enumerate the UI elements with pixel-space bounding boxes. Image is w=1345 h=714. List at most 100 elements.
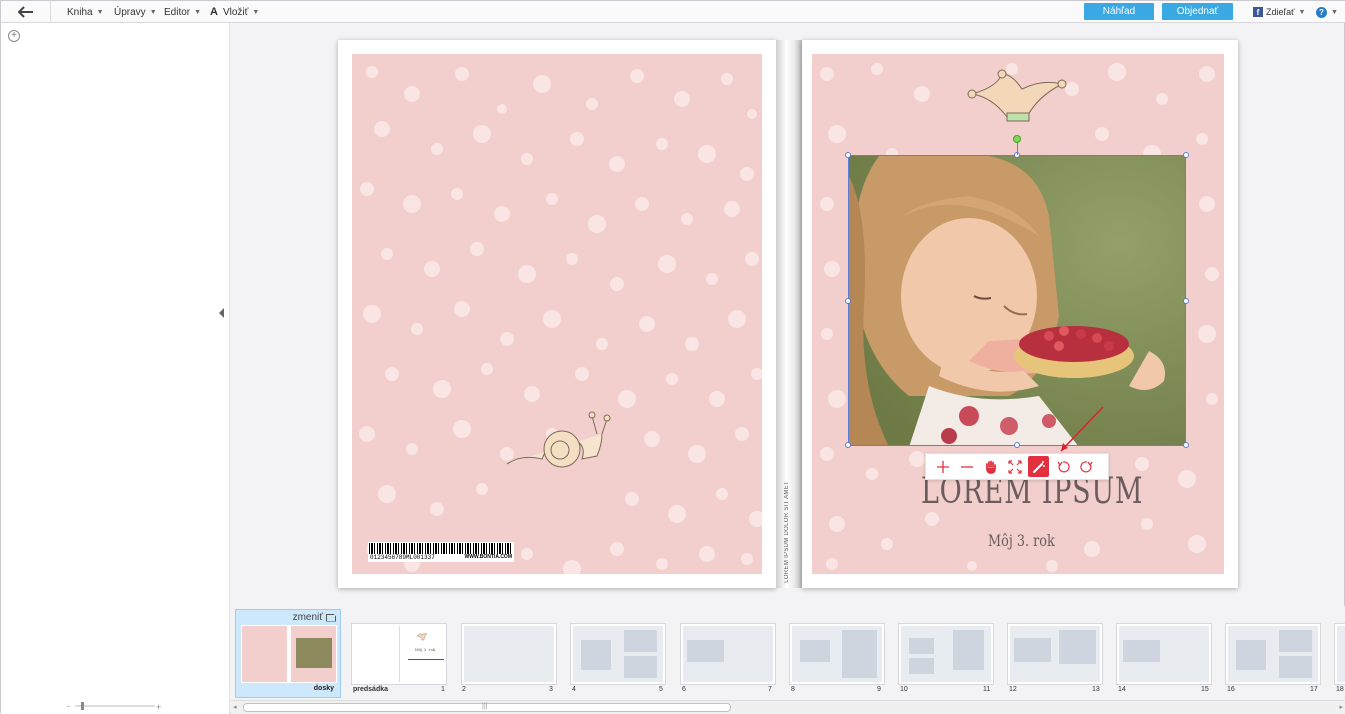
resize-handle-s[interactable] (1014, 442, 1020, 448)
scroll-left-icon[interactable]: ◂ (233, 703, 237, 711)
page-number: 16 (1227, 686, 1235, 693)
thumb-pages-4-5[interactable] (570, 623, 666, 685)
back-arrow-icon (17, 6, 33, 18)
page-number: 4 (572, 686, 576, 693)
rotate-handle[interactable] (1013, 135, 1021, 143)
thumb-divider (399, 626, 400, 682)
cover-thumb-label: dosky (313, 685, 334, 692)
page-number: 2 (462, 686, 466, 693)
zoom-out-button[interactable] (956, 456, 977, 477)
help-icon: ? (1316, 6, 1327, 18)
photo-slot (800, 640, 830, 662)
back-button[interactable] (1, 1, 51, 23)
scroll-right-icon[interactable]: ▸ (1339, 703, 1343, 711)
chevron-down-icon: ▼ (252, 8, 260, 16)
cover-mini-front (291, 626, 336, 682)
barcode-website: WWW.BONTIA.COM (464, 554, 513, 560)
mini-jester-icon (416, 633, 428, 641)
page-number: 5 (659, 686, 663, 693)
page-filmstrip: zmeniť dosky Môj 3. rok predsádka 1 2 3 (231, 606, 1345, 714)
menu-upravy[interactable]: Úpravy ▼ (114, 1, 157, 23)
photo-slot (1279, 630, 1312, 652)
collapse-sidebar-icon[interactable] (219, 308, 224, 318)
photo-slot (1236, 640, 1266, 670)
resize-handle-w[interactable] (845, 298, 851, 304)
left-sidebar: + - + (1, 23, 230, 714)
order-button[interactable]: Objednať (1162, 3, 1233, 20)
thumb-pages-10-11[interactable] (898, 623, 994, 685)
page-left (1337, 626, 1345, 682)
chevron-down-icon: ▼ (96, 8, 104, 16)
cover-mini-back (242, 626, 287, 682)
scrollbar-thumb[interactable]: ||| (243, 703, 731, 712)
menu-editor-label: Editor (164, 6, 191, 18)
change-cover-button[interactable]: zmeniť (293, 612, 336, 623)
endpaper-label: predsádka (353, 686, 389, 693)
photo-slot (953, 630, 984, 670)
menu-vlozit-label: Vložiť (222, 6, 249, 18)
menu-kniha[interactable]: Kniha ▼ (67, 1, 104, 23)
pan-button[interactable] (980, 456, 1001, 477)
page-number: 17 (1310, 686, 1318, 693)
spine-text: LOREM IPSUM DOLOR SIT AMET (784, 481, 790, 583)
thumb-pages-12-13[interactable] (1007, 623, 1103, 685)
add-icon[interactable]: + (8, 30, 20, 42)
share-button[interactable]: f Zdieľať ▼ (1253, 1, 1305, 23)
jester-hat-illustration (967, 69, 1067, 122)
zoom-slider[interactable]: - + (67, 701, 163, 711)
thumb-pages-18[interactable] (1334, 623, 1345, 685)
help-button[interactable]: ? ▼ (1316, 1, 1338, 23)
menu-vlozit[interactable]: A Vložiť ▼ (210, 1, 259, 23)
page-right (618, 626, 663, 682)
photo-slot (1279, 656, 1312, 678)
page-number: 3 (549, 686, 553, 693)
resize-handle-e[interactable] (1183, 298, 1189, 304)
photo-slot (687, 640, 724, 662)
fit-button[interactable] (1004, 456, 1025, 477)
thumb-pages-14-15[interactable] (1116, 623, 1212, 685)
resize-handle-se[interactable] (1183, 442, 1189, 448)
rotate-left-button[interactable] (1052, 456, 1073, 477)
photo-toolbar (925, 453, 1109, 480)
preview-button[interactable]: Náhľad (1084, 3, 1154, 20)
endpaper-mini-line (408, 659, 444, 660)
page-number: 12 (1009, 686, 1017, 693)
photo-slot (1123, 640, 1160, 662)
photo-slot (1014, 638, 1051, 662)
menu-kniha-label: Kniha (67, 6, 93, 18)
resize-handle-nw[interactable] (845, 152, 851, 158)
resize-handle-ne[interactable] (1183, 152, 1189, 158)
page-number: 15 (1201, 686, 1209, 693)
svg-text:-: - (67, 701, 70, 711)
zoom-in-button[interactable] (932, 456, 953, 477)
thumb-pages-2-3[interactable] (461, 623, 557, 685)
page-left (573, 626, 618, 682)
resize-handle-sw[interactable] (845, 442, 851, 448)
horizontal-scrollbar[interactable]: ◂ ||| ▸ (231, 700, 1345, 714)
thumb-pages-8-9[interactable] (789, 623, 885, 685)
cover-photo[interactable] (848, 155, 1186, 446)
polka-dot-pattern (359, 66, 762, 574)
change-label: zmeniť (292, 612, 323, 623)
cover-subtitle[interactable]: Môj 3. rok (988, 531, 1055, 550)
menu-upravy-label: Úpravy (114, 6, 146, 18)
magic-wand-icon (1032, 460, 1045, 473)
magic-wand-button[interactable] (1028, 456, 1049, 477)
page-number: 7 (768, 686, 772, 693)
page-left (1119, 626, 1164, 682)
page-number: 14 (1118, 686, 1126, 693)
page-right (1055, 626, 1100, 682)
rotate-right-button[interactable] (1076, 456, 1097, 477)
page-number: 18 (1336, 686, 1344, 693)
page-right (509, 626, 554, 682)
share-label: Zdieľať (1266, 7, 1295, 17)
photo-slot (624, 630, 657, 652)
thumb-pages-16-17[interactable] (1225, 623, 1321, 685)
thumb-endpaper[interactable]: Môj 3. rok (351, 623, 447, 685)
thumb-pages-6-7[interactable] (680, 623, 776, 685)
menu-editor[interactable]: Editor ▼ (164, 1, 201, 23)
back-cover[interactable]: 0123456789ML001337 WWW.BONTIA.COM (338, 40, 776, 588)
chevron-down-icon: ▼ (149, 8, 157, 16)
page-right (728, 626, 773, 682)
thumb-cover[interactable]: zmeniť dosky (235, 609, 341, 698)
